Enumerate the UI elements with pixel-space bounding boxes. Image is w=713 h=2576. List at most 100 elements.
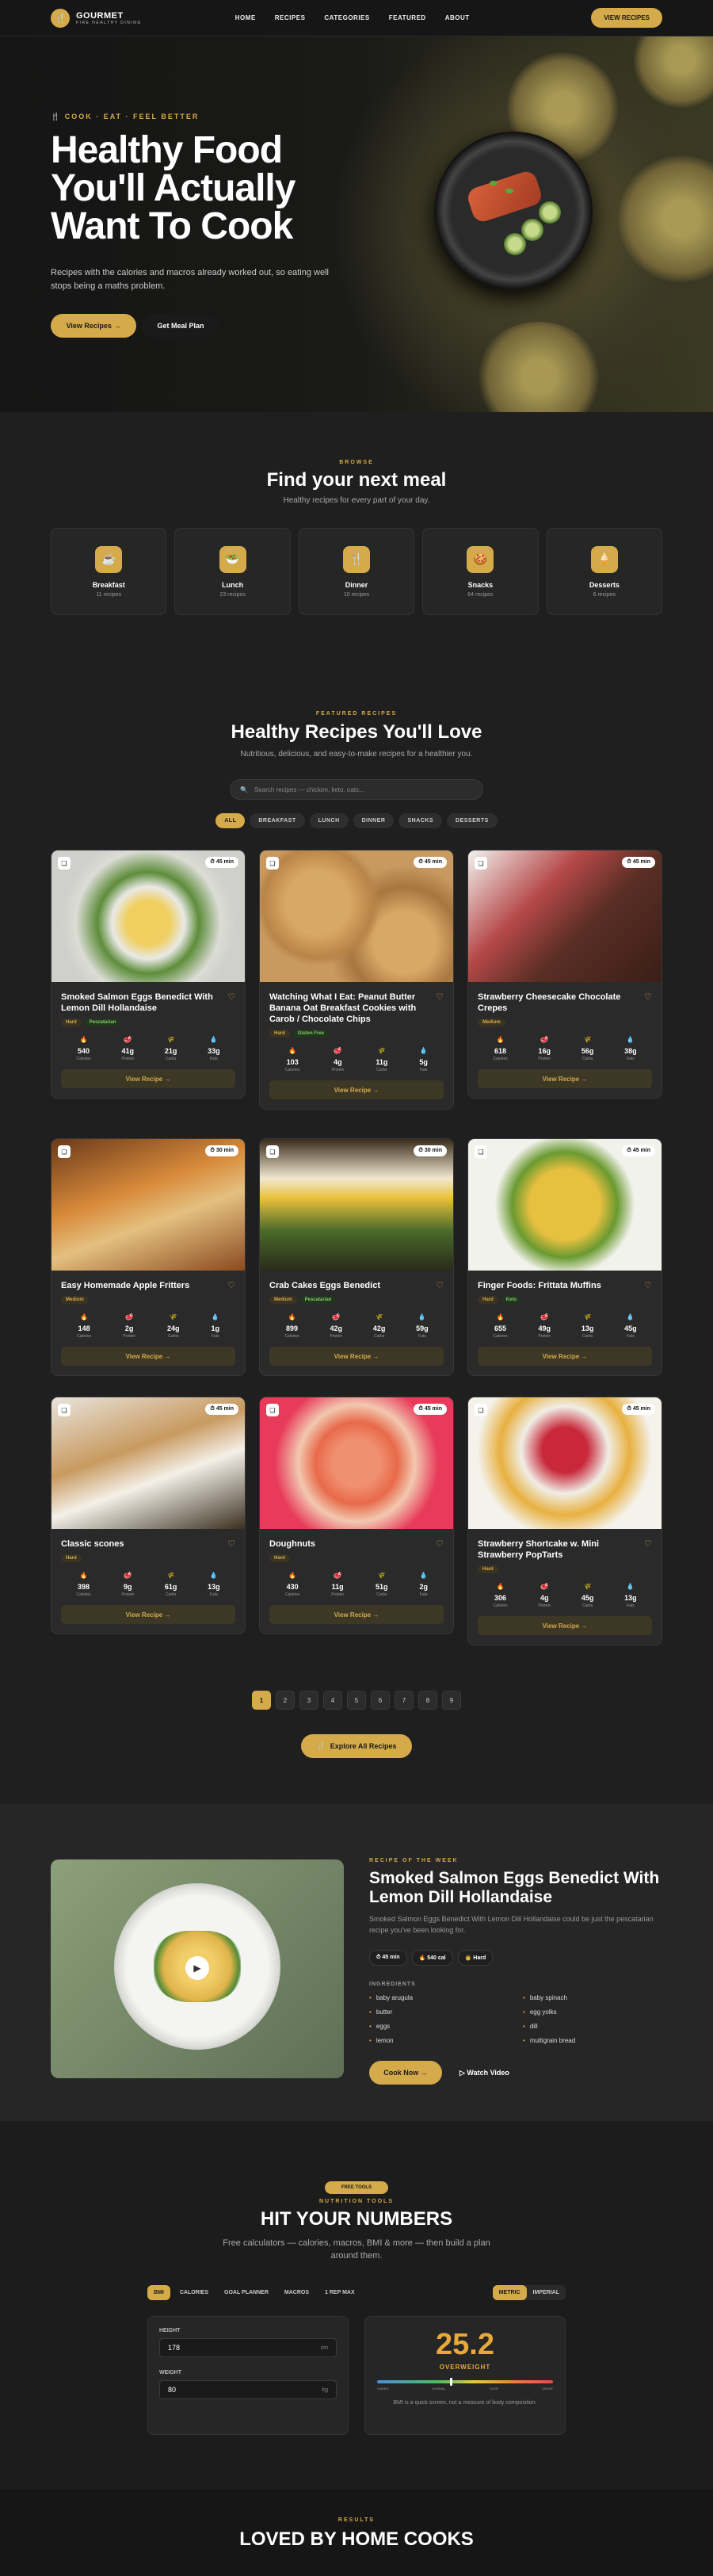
macro-label: Calories xyxy=(493,1057,508,1061)
favorite-icon[interactable]: ♡ xyxy=(227,1538,235,1549)
page-button[interactable]: 9 xyxy=(442,1691,461,1710)
filter-all[interactable]: ALL xyxy=(215,813,246,828)
view-recipe-button[interactable]: View Recipe → xyxy=(269,1605,444,1624)
recipe-card[interactable]: ❏ ⏱ 30 min ♡ Easy Homemade Apple Fritter… xyxy=(51,1138,246,1376)
macro-label: Protein xyxy=(538,1603,551,1608)
bookmark-icon[interactable]: ❏ xyxy=(58,1145,71,1158)
bookmark-icon[interactable]: ❏ xyxy=(58,1404,71,1416)
bookmark-icon[interactable]: ❏ xyxy=(266,857,279,869)
weight-input[interactable]: 80 kg xyxy=(159,2380,337,2399)
page-button[interactable]: 1 xyxy=(252,1691,271,1710)
view-recipe-button[interactable]: View Recipe → xyxy=(478,1347,652,1366)
recipe-tag: Hard xyxy=(269,1030,290,1038)
watch-video-button[interactable]: ▷ Watch Video xyxy=(459,2061,509,2085)
macro-value: 1g xyxy=(211,1324,219,1332)
recipe-image: ❏ ⏱ 45 min xyxy=(51,1397,245,1529)
play-video-icon[interactable]: ▶ xyxy=(185,1956,209,1980)
macro-protein: 🥩 42g Protein xyxy=(330,1313,342,1339)
hero-eyebrow: 🍴 COOK · EAT · FEEL BETTER xyxy=(51,113,200,120)
page-button[interactable]: 3 xyxy=(299,1691,318,1710)
page-button[interactable]: 6 xyxy=(371,1691,390,1710)
tab-1rm[interactable]: 1 REP MAX xyxy=(318,2285,361,2300)
recipe-title: Easy Homemade Apple Fritters xyxy=(61,1281,190,1290)
category-breakfast[interactable]: ☕ Breakfast 11 recipes xyxy=(51,528,167,615)
category-lunch[interactable]: 🥗 Lunch 23 recipes xyxy=(174,528,291,615)
recipe-card[interactable]: ❏ ⏱ 45 min ♡ Strawberry Shortcake w. Min… xyxy=(467,1397,662,1645)
page-button[interactable]: 4 xyxy=(323,1691,342,1710)
recipe-tag: Hard xyxy=(269,1554,290,1562)
filter-snacks[interactable]: SNACKS xyxy=(398,813,443,828)
recipe-card[interactable]: ❏ ⏱ 45 min ♡ Doughnuts Hard 🔥 430 Calories… xyxy=(259,1397,454,1634)
macro-label: Calories xyxy=(493,1334,508,1339)
recipe-search-input[interactable]: 🔍 Search recipes — chicken, keto, oats... xyxy=(230,779,483,800)
results-title: LOVED BY HOME COOKS xyxy=(239,2528,474,2550)
favorite-icon[interactable]: ♡ xyxy=(436,1280,444,1290)
recipe-title: Doughnuts xyxy=(269,1539,316,1549)
category-dinner[interactable]: 🍴 Dinner 10 recipes xyxy=(298,528,415,615)
favorite-icon[interactable]: ♡ xyxy=(436,1538,444,1549)
filter-lunch[interactable]: LUNCH xyxy=(309,813,349,828)
recipe-tag: Pescatarian xyxy=(84,1019,121,1026)
filter-breakfast[interactable]: BREAKFAST xyxy=(250,813,305,828)
fats-icon: 💧 xyxy=(419,1572,428,1579)
recipe-card[interactable]: ❏ ⏱ 30 min ♡ Crab Cakes Eggs Benedict Me… xyxy=(259,1138,454,1376)
nav-categories[interactable]: CATEGORIES xyxy=(324,14,369,21)
tab-bmi[interactable]: BMI xyxy=(147,2284,170,2300)
filter-dinner[interactable]: DINNER xyxy=(353,813,395,828)
ingredient-item: dill xyxy=(523,2023,538,2030)
logo[interactable]: 🍴 GOURMET FIRE HEALTHY DINING xyxy=(51,8,142,28)
recipe-card[interactable]: ❏ ⏱ 45 min ♡ Strawberry Cheesecake Choco… xyxy=(467,850,662,1099)
favorite-icon[interactable]: ♡ xyxy=(644,1538,652,1549)
height-input[interactable]: 178 cm xyxy=(159,2338,337,2357)
nav-about[interactable]: ABOUT xyxy=(445,14,470,21)
recipe-card[interactable]: ❏ ⏱ 45 min ♡ Watching What I Eat: Peanut… xyxy=(259,850,454,1110)
recipe-card[interactable]: ❏ ⏱ 45 min ♡ Finger Foods: Frittata Muff… xyxy=(467,1138,662,1376)
favorite-icon[interactable]: ♡ xyxy=(227,992,235,1002)
favorite-icon[interactable]: ♡ xyxy=(436,992,444,1002)
macro-fats: 💧 1g Fats xyxy=(211,1313,219,1339)
cook-now-button[interactable]: Cook Now → xyxy=(369,2061,442,2085)
favorite-icon[interactable]: ♡ xyxy=(644,1280,652,1290)
view-recipe-button[interactable]: View Recipe → xyxy=(61,1069,235,1088)
tab-calories[interactable]: CALORIES xyxy=(173,2285,215,2300)
filter-desserts[interactable]: DESSERTS xyxy=(447,813,498,828)
nav-featured[interactable]: FEATURED xyxy=(389,14,426,21)
macro-value: 103 xyxy=(286,1058,299,1066)
recipe-card[interactable]: ❏ ⏱ 45 min ♡ Classic scones Hard 🔥 398 Cal… xyxy=(51,1397,246,1634)
bookmark-icon[interactable]: ❏ xyxy=(475,857,487,869)
favorite-icon[interactable]: ♡ xyxy=(227,1280,235,1290)
time-badge: ⏱ 45 min xyxy=(622,857,655,868)
favorite-icon[interactable]: ♡ xyxy=(644,992,652,1002)
calories-icon: 🔥 xyxy=(288,1313,296,1320)
view-recipe-button[interactable]: View Recipe → xyxy=(269,1347,444,1366)
page-button[interactable]: 7 xyxy=(395,1691,414,1710)
unit-metric[interactable]: METRIC xyxy=(492,2284,527,2300)
page-button[interactable]: 5 xyxy=(347,1691,366,1710)
time-pill: ⏱ 45 min xyxy=(369,1950,407,1966)
view-recipes-button[interactable]: View Recipes → xyxy=(51,314,136,338)
page-button[interactable]: 8 xyxy=(418,1691,437,1710)
bookmark-icon[interactable]: ❏ xyxy=(266,1404,279,1416)
category-desserts[interactable]: 🍦 Desserts 6 recipes xyxy=(546,528,663,615)
view-recipe-button[interactable]: View Recipe → xyxy=(478,1616,652,1635)
nav-recipes[interactable]: RECIPES xyxy=(275,14,306,21)
meal-plan-button[interactable]: Get Meal Plan xyxy=(143,314,219,338)
bookmark-icon[interactable]: ❏ xyxy=(266,1145,279,1158)
view-recipe-button[interactable]: View Recipe → xyxy=(269,1080,444,1099)
unit-imperial[interactable]: IMPERIAL xyxy=(527,2285,566,2300)
nav-home[interactable]: HOME xyxy=(235,14,256,21)
bookmark-icon[interactable]: ❏ xyxy=(475,1145,487,1158)
view-recipe-button[interactable]: View Recipe → xyxy=(478,1069,652,1088)
recipe-card[interactable]: ❏ ⏱ 45 min ♡ Smoked Salmon Eggs Benedict… xyxy=(51,850,246,1099)
view-recipes-nav-button[interactable]: VIEW RECIPES xyxy=(591,8,662,28)
category-snacks[interactable]: 🍪 Snacks 64 recipes xyxy=(422,528,539,615)
tab-goal-planner[interactable]: GOAL PLANNER xyxy=(218,2285,275,2300)
page-button[interactable]: 2 xyxy=(276,1691,295,1710)
bookmark-icon[interactable]: ❏ xyxy=(475,1404,487,1416)
view-recipe-button[interactable]: View Recipe → xyxy=(61,1605,235,1624)
brand-name: GOURMET xyxy=(76,10,124,21)
explore-all-button[interactable]: 🍴 Explore All Recipes xyxy=(301,1734,412,1758)
bookmark-icon[interactable]: ❏ xyxy=(58,857,71,869)
view-recipe-button[interactable]: View Recipe → xyxy=(61,1347,235,1366)
tab-macros[interactable]: MACROS xyxy=(278,2285,315,2300)
